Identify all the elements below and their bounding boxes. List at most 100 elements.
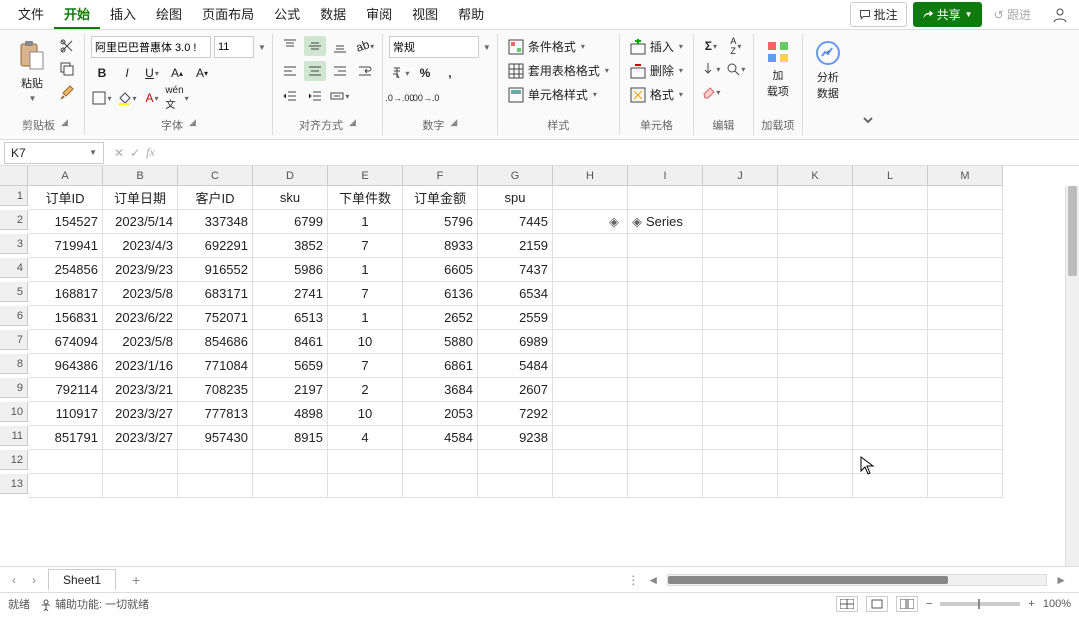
zoom-level[interactable]: 100% <box>1043 598 1071 610</box>
align-center-button[interactable] <box>304 61 326 81</box>
cell[interactable]: 752071 <box>178 306 253 330</box>
hscroll-left-button[interactable]: ◄ <box>643 573 663 587</box>
cell[interactable]: 2607 <box>478 378 553 402</box>
menu-item-0[interactable]: 文件 <box>8 0 54 29</box>
cell[interactable] <box>628 234 703 258</box>
cell[interactable] <box>553 306 628 330</box>
column-header[interactable]: B <box>103 166 178 186</box>
collapse-ribbon-button[interactable] <box>853 105 883 135</box>
cell[interactable] <box>928 282 1003 306</box>
cell[interactable]: 254856 <box>28 258 103 282</box>
hscroll-right-button[interactable]: ► <box>1051 573 1071 587</box>
merge-button[interactable]: ▾ <box>329 86 351 106</box>
align-top-button[interactable] <box>279 36 301 56</box>
cell[interactable]: spu <box>478 186 553 210</box>
cell[interactable] <box>853 378 928 402</box>
cell[interactable] <box>928 330 1003 354</box>
tab-next-button[interactable]: › <box>28 573 40 587</box>
cell[interactable]: 1 <box>328 258 403 282</box>
row-header[interactable]: 4 <box>0 258 28 278</box>
cell[interactable] <box>553 186 628 210</box>
menu-item-3[interactable]: 绘图 <box>146 0 192 29</box>
cell[interactable] <box>778 354 853 378</box>
cell[interactable]: 2559 <box>478 306 553 330</box>
column-header[interactable]: L <box>853 166 928 186</box>
cell[interactable]: 10 <box>328 330 403 354</box>
cell[interactable]: 5986 <box>253 258 328 282</box>
cell[interactable]: 771084 <box>178 354 253 378</box>
cell[interactable]: 7 <box>328 234 403 258</box>
column-header[interactable]: A <box>28 166 103 186</box>
cell[interactable]: 2023/3/27 <box>103 426 178 450</box>
profile-button[interactable] <box>1049 5 1071 25</box>
cell[interactable]: 957430 <box>178 426 253 450</box>
cell[interactable]: 8915 <box>253 426 328 450</box>
cell[interactable] <box>778 378 853 402</box>
align-left-button[interactable] <box>279 61 301 81</box>
column-header[interactable]: E <box>328 166 403 186</box>
cell[interactable] <box>778 210 853 234</box>
cell[interactable] <box>553 330 628 354</box>
cell[interactable] <box>778 330 853 354</box>
column-header[interactable]: K <box>778 166 853 186</box>
cell[interactable] <box>103 450 178 474</box>
cell[interactable]: 9238 <box>478 426 553 450</box>
row-header[interactable]: 13 <box>0 474 28 494</box>
cell[interactable]: 2023/6/22 <box>103 306 178 330</box>
cell[interactable] <box>478 474 553 498</box>
italic-button[interactable]: I <box>116 63 138 83</box>
cell[interactable]: 792114 <box>28 378 103 402</box>
cell[interactable]: 7 <box>328 354 403 378</box>
cell[interactable] <box>28 474 103 498</box>
cell[interactable] <box>328 474 403 498</box>
cell[interactable] <box>553 378 628 402</box>
cell[interactable] <box>328 450 403 474</box>
spreadsheet[interactable]: ABCDEFGHIJKLM1订单ID订单日期客户IDsku下单件数订单金额spu… <box>0 166 1079 566</box>
confirm-formula-button[interactable]: ✓ <box>130 146 140 160</box>
cell[interactable] <box>553 426 628 450</box>
cell[interactable]: 964386 <box>28 354 103 378</box>
row-header[interactable]: 9 <box>0 378 28 398</box>
cell[interactable]: 6534 <box>478 282 553 306</box>
cell[interactable] <box>628 474 703 498</box>
column-header[interactable]: H <box>553 166 628 186</box>
delete-cells-button[interactable]: 删除▾ <box>626 60 687 81</box>
cell[interactable] <box>853 258 928 282</box>
cell[interactable] <box>628 306 703 330</box>
cell[interactable]: 4898 <box>253 402 328 426</box>
column-header[interactable]: G <box>478 166 553 186</box>
table-format-button[interactable]: 套用表格格式▾ <box>504 60 613 81</box>
cell[interactable] <box>703 330 778 354</box>
cell[interactable] <box>778 282 853 306</box>
row-header[interactable]: 11 <box>0 426 28 446</box>
row-header[interactable]: 6 <box>0 306 28 326</box>
cell[interactable]: 851791 <box>28 426 103 450</box>
cell[interactable] <box>178 450 253 474</box>
cancel-formula-button[interactable]: ✕ <box>114 146 124 160</box>
vertical-scrollbar[interactable] <box>1065 186 1079 566</box>
row-header[interactable]: 10 <box>0 402 28 422</box>
cell[interactable]: 5796 <box>403 210 478 234</box>
cell[interactable] <box>703 354 778 378</box>
wrap-text-button[interactable] <box>354 61 376 81</box>
comma-button[interactable]: , <box>439 63 461 83</box>
analyze-data-button[interactable]: 分析 数据 <box>809 36 847 105</box>
name-box[interactable]: K7 ▼ <box>4 142 104 164</box>
addins-button[interactable]: 加 载项 <box>760 36 796 103</box>
cell[interactable]: 168817 <box>28 282 103 306</box>
cell[interactable]: 2023/1/16 <box>103 354 178 378</box>
cell[interactable] <box>853 474 928 498</box>
cell[interactable] <box>853 450 928 474</box>
menu-item-4[interactable]: 页面布局 <box>192 0 264 29</box>
horizontal-scrollbar[interactable] <box>667 574 1047 586</box>
cell[interactable]: 1 <box>328 306 403 330</box>
cell[interactable]: 10 <box>328 402 403 426</box>
autosum-button[interactable]: Σ▾ <box>700 36 722 56</box>
accessibility-status[interactable]: 辅助功能: 一切就绪 <box>40 596 149 612</box>
cell[interactable] <box>928 378 1003 402</box>
cell[interactable] <box>778 306 853 330</box>
zoom-in-button[interactable]: + <box>1028 598 1034 610</box>
column-header[interactable]: M <box>928 166 1003 186</box>
cell[interactable] <box>778 450 853 474</box>
tab-prev-button[interactable]: ‹ <box>8 573 20 587</box>
